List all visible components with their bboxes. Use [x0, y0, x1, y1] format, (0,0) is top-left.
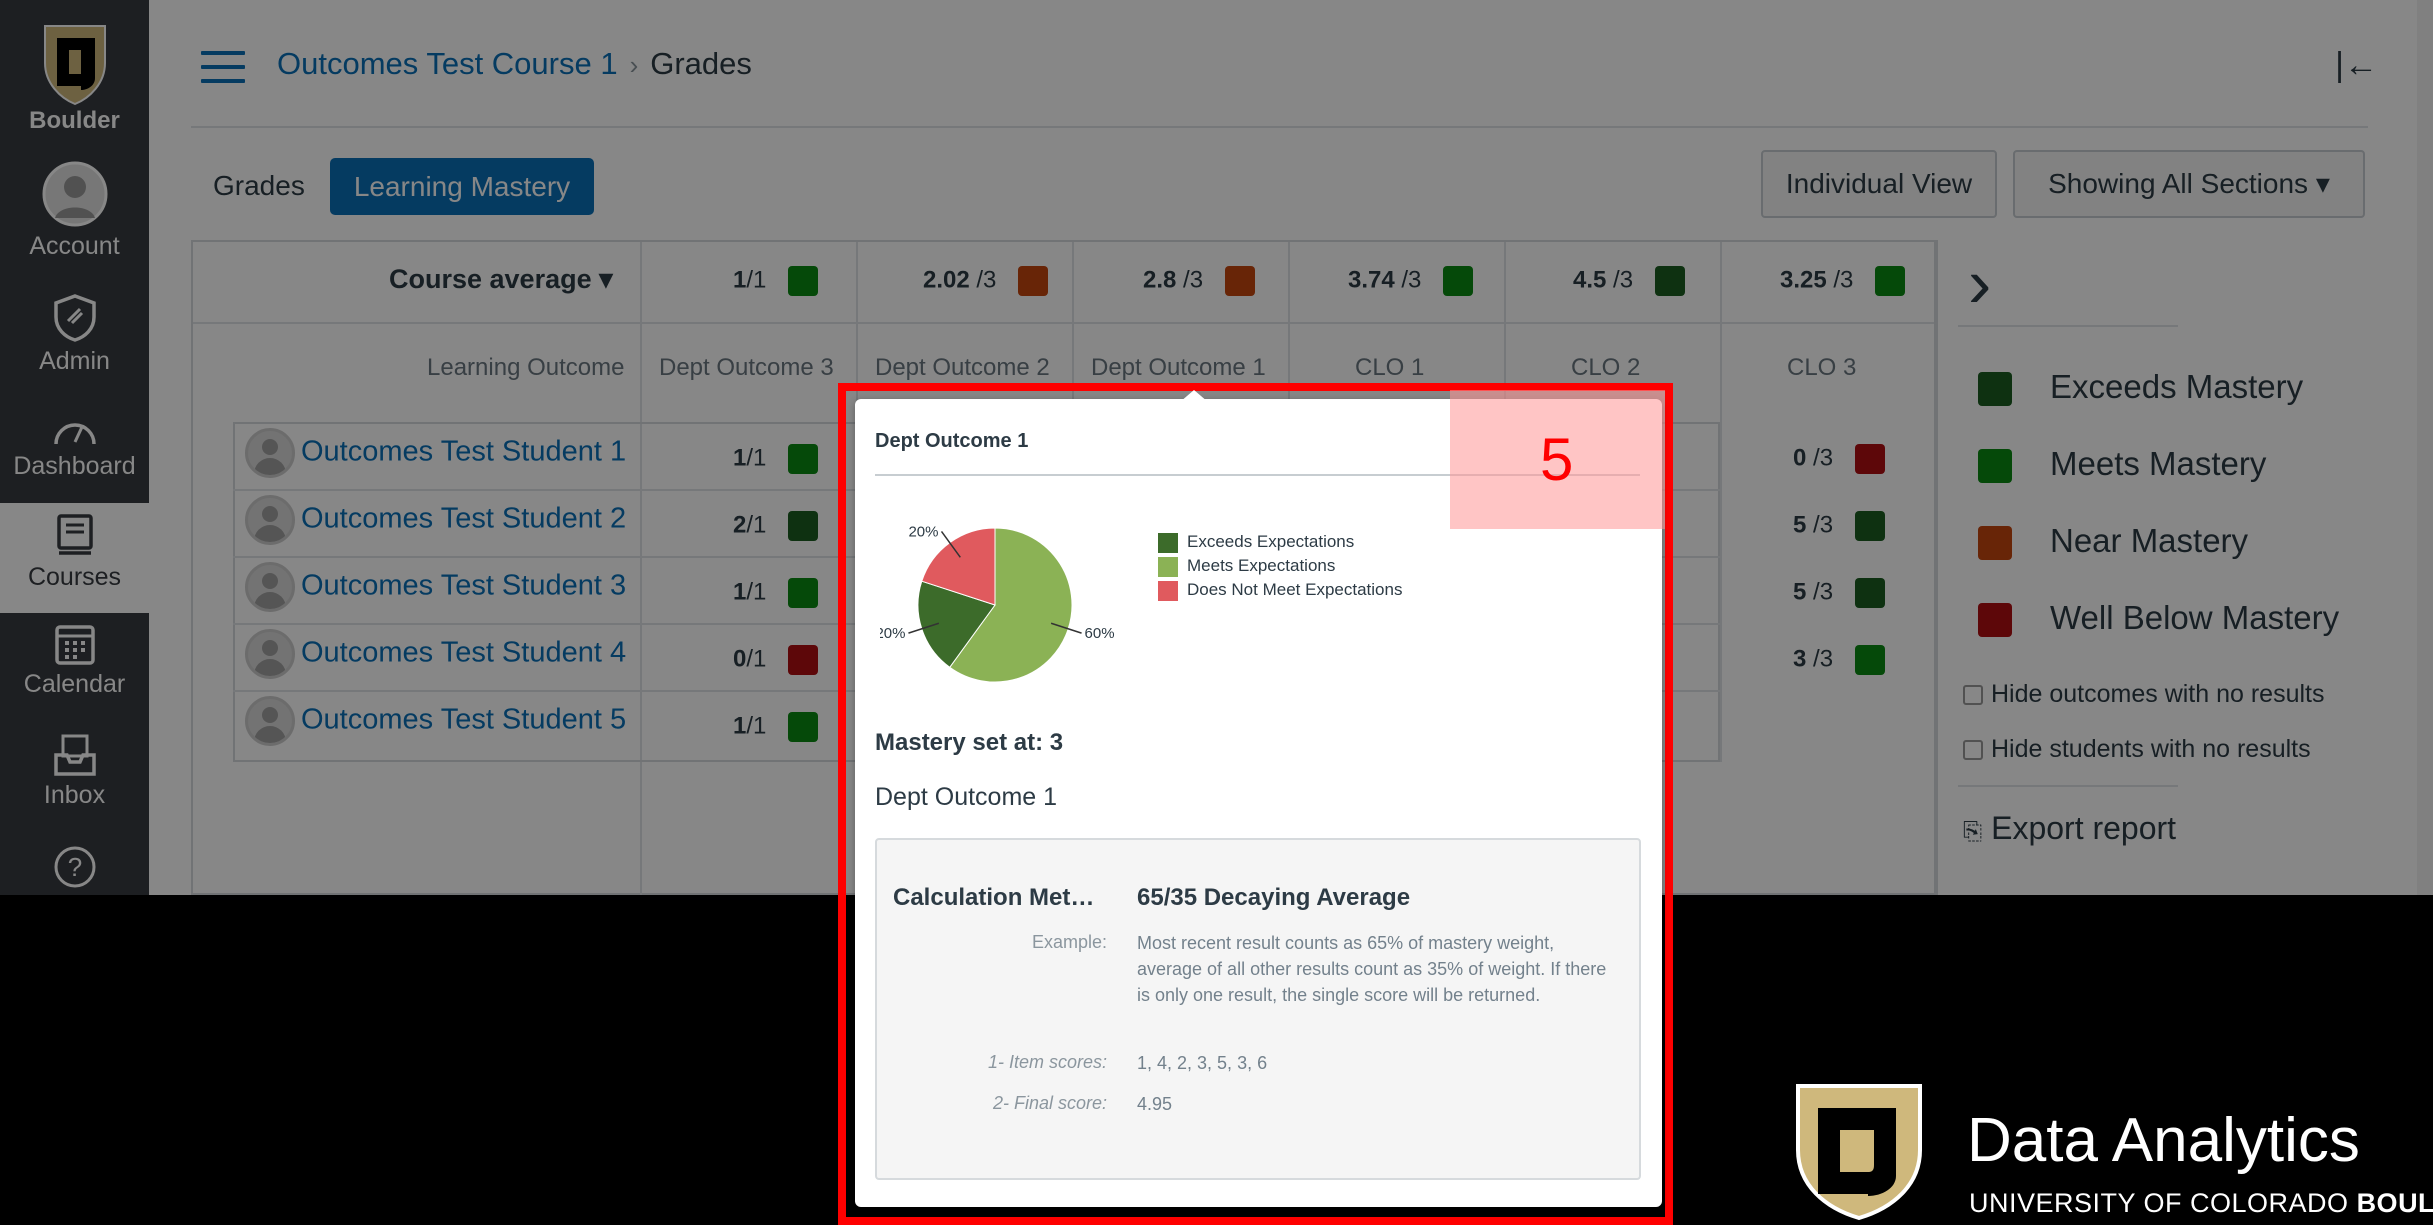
pie-legend-label: Meets Expectations — [1187, 556, 1336, 575]
pie-legend-label: Does Not Meet Expectations — [1187, 580, 1403, 599]
pie-legend-swatch — [1158, 580, 1178, 601]
mastery-pie-chart: 60% 20% 20% — [880, 523, 1115, 683]
pie-legend-swatch — [1158, 556, 1178, 577]
callout-step-number: 5 — [1540, 426, 1574, 493]
item-scores-label: 1- Item scores: — [987, 1052, 1107, 1072]
calculation-method-box: Calculation Met… 65/35 Decaying Average … — [875, 838, 1641, 1180]
outcome-description: Dept Outcome 1 — [875, 783, 1058, 811]
brand-subtitle-bold: BOULD — [2356, 1188, 2433, 1218]
popover-title: Dept Outcome 1 — [875, 430, 1029, 452]
pie-legend-swatch — [1158, 532, 1178, 553]
brand-title: Data Analytics — [1967, 1106, 2360, 1175]
item-scores-value: 1, 4, 2, 3, 5, 3, 6 — [1137, 1053, 1268, 1073]
pie-slice-label: 20% — [880, 625, 905, 642]
final-score-value: 4.95 — [1137, 1094, 1173, 1114]
brand-subtitle-normal: UNIVERSITY OF COLORADO — [1969, 1188, 2357, 1218]
cu-brand-logo-icon — [1796, 1084, 1922, 1221]
example-label: Example: — [1031, 932, 1107, 952]
pie-legend-label: Exceeds Expectations — [1187, 532, 1355, 551]
pie-legend-item: Exceeds Expectations — [1158, 532, 1354, 553]
final-score-label: 2- Final score: — [992, 1093, 1107, 1113]
mastery-threshold: Mastery set at: 3 — [875, 729, 1064, 756]
pie-legend-item: Does Not Meet Expectations — [1158, 580, 1402, 601]
screenshot-stage: Boulder Account Admin Dashboard Courses … — [0, 0, 2433, 1225]
pie-slice-label: 60% — [1085, 625, 1115, 642]
example-text: Most recent result counts as 65% of mast… — [1137, 933, 1607, 1005]
calculation-method-label: Calculation Met… — [893, 884, 1095, 911]
popover-arrow — [1180, 390, 1208, 402]
calculation-method-value: 65/35 Decaying Average — [1137, 884, 1411, 911]
brand-subtitle: UNIVERSITY OF COLORADO BOULD — [1969, 1188, 2433, 1219]
pie-slice-label: 20% — [908, 523, 938, 540]
pie-legend-item: Meets Expectations — [1158, 556, 1335, 577]
